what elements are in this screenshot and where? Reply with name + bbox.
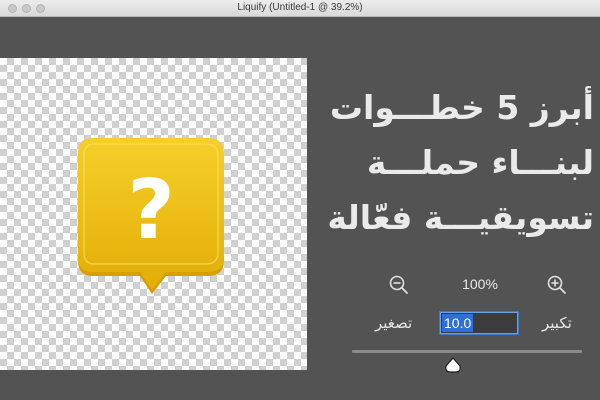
brush-size-value: 10.0 [442, 314, 474, 332]
zoom-out-icon[interactable] [388, 274, 410, 296]
window-titlebar: Liquify (Untitled-1 @ 39.2%) [0, 0, 600, 17]
headline-line-1: أبرز 5 خطـــوات [329, 88, 594, 127]
headline-text: أبرز 5 خطـــوات لبنـــاء حملـــة تسويقيـ… [310, 80, 594, 245]
zoom-in-icon[interactable] [546, 274, 568, 296]
headline-line-3: تسويقيـــة فعّالة [327, 198, 594, 237]
slider-thumb[interactable] [444, 357, 462, 373]
question-speech-bubble-icon: ? [78, 138, 224, 294]
window-title: Liquify (Untitled-1 @ 39.2%) [237, 2, 363, 13]
preview-canvas[interactable]: ? [0, 58, 307, 370]
zoom-in-label: تكبير [542, 314, 572, 332]
zoom-controls: 100% [370, 272, 580, 298]
brush-size-input[interactable]: 10.0 [440, 312, 518, 334]
brush-size-slider[interactable] [352, 350, 582, 353]
question-mark: ? [127, 163, 175, 258]
zoom-level: 100% [462, 276, 498, 292]
headline-line-2: لبنـــاء حملـــة [366, 143, 594, 182]
zoom-out-label: تصغير [375, 314, 413, 332]
